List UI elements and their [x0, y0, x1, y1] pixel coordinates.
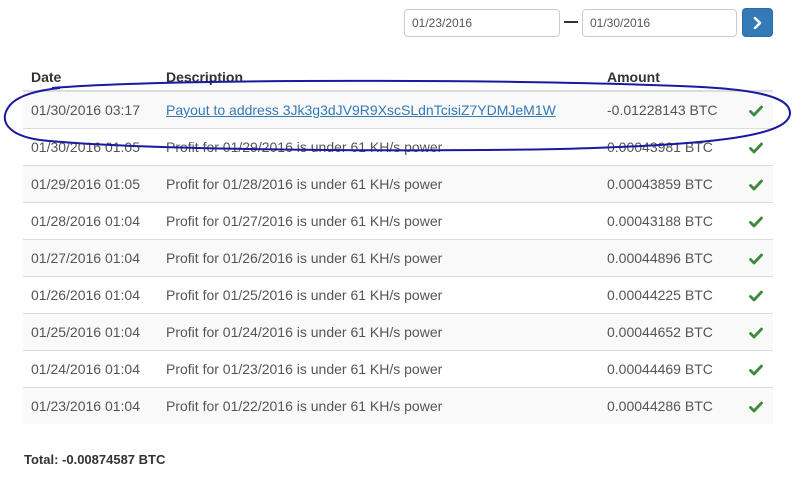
row-amount: 0.00044652 BTC [599, 313, 738, 351]
header-description: Description [158, 63, 599, 92]
checkmark-icon [748, 327, 763, 339]
row-date: 01/30/2016 01:05 [23, 128, 158, 166]
row-amount: 0.00043188 BTC [599, 202, 738, 240]
header-status [738, 63, 773, 92]
row-amount: 0.00044225 BTC [599, 276, 738, 314]
chevron-right-icon [753, 16, 761, 29]
row-date: 01/23/2016 01:04 [23, 387, 158, 424]
row-status [738, 276, 773, 314]
row-description: Profit for 01/29/2016 is under 61 KH/s p… [158, 128, 599, 166]
row-description: Profit for 01/22/2016 is under 61 KH/s p… [158, 387, 599, 424]
table-row: 01/29/2016 01:05 Profit for 01/28/2016 is… [23, 165, 773, 203]
row-amount: -0.01228143 BTC [599, 90, 738, 129]
checkmark-icon [748, 179, 763, 191]
row-status [738, 90, 773, 129]
table-row: 01/28/2016 01:04 Profit for 01/27/2016 is… [23, 202, 773, 240]
row-status [738, 165, 773, 203]
checkmark-icon [748, 142, 763, 154]
table-row: 01/24/2016 01:04 Profit for 01/23/2016 is… [23, 350, 773, 388]
checkmark-icon [748, 290, 763, 302]
checkmark-icon [748, 216, 763, 228]
row-status [738, 128, 773, 166]
table-row: 01/27/2016 01:04 Profit for 01/26/2016 is… [23, 239, 773, 277]
row-date: 01/30/2016 03:17 [23, 90, 158, 129]
row-date: 01/25/2016 01:04 [23, 313, 158, 351]
row-description: Profit for 01/24/2016 is under 61 KH/s p… [158, 313, 599, 351]
table-row: 01/25/2016 01:04 Profit for 01/24/2016 is… [23, 313, 773, 351]
table-row: 01/30/2016 03:17 Payout to address 3Jk3g3… [23, 90, 773, 129]
row-description: Profit for 01/28/2016 is under 61 KH/s p… [158, 165, 599, 203]
row-amount: 0.00044896 BTC [599, 239, 738, 277]
row-status [738, 350, 773, 388]
row-amount: 0.00043859 BTC [599, 165, 738, 203]
header-amount: Amount [599, 63, 738, 92]
apply-date-filter-button[interactable] [742, 8, 773, 37]
row-date: 01/24/2016 01:04 [23, 350, 158, 388]
transactions-body: 01/30/2016 03:17 Payout to address 3Jk3g3… [23, 90, 773, 424]
row-status [738, 202, 773, 240]
date-to-input[interactable] [582, 9, 737, 37]
table-header-row: Date Description Amount [23, 63, 773, 92]
table-row: 01/23/2016 01:04 Profit for 01/22/2016 is… [23, 387, 773, 424]
date-range-separator [564, 21, 578, 23]
transactions-table: Date Description Amount 01/30/2016 03:17… [23, 63, 773, 424]
checkmark-icon [748, 401, 763, 413]
row-description: Profit for 01/26/2016 is under 61 KH/s p… [158, 239, 599, 277]
row-amount: 0.00044469 BTC [599, 350, 738, 388]
checkmark-icon [748, 105, 763, 117]
row-status [738, 387, 773, 424]
row-status [738, 313, 773, 351]
row-description: Profit for 01/27/2016 is under 61 KH/s p… [158, 202, 599, 240]
row-date: 01/26/2016 01:04 [23, 276, 158, 314]
row-amount: 0.00044286 BTC [599, 387, 738, 424]
payout-address-link[interactable]: Payout to address 3Jk3g3dJV9R9XscSLdnTci… [166, 102, 556, 118]
row-description: Payout to address 3Jk3g3dJV9R9XscSLdnTci… [158, 90, 599, 129]
table-row: 01/30/2016 01:05 Profit for 01/29/2016 is… [23, 128, 773, 166]
row-date: 01/29/2016 01:05 [23, 165, 158, 203]
row-amount: 0.00043981 BTC [599, 128, 738, 166]
table-row: 01/26/2016 01:04 Profit for 01/25/2016 is… [23, 276, 773, 314]
header-date: Date [23, 63, 158, 92]
checkmark-icon [748, 364, 763, 376]
checkmark-icon [748, 253, 763, 265]
row-date: 01/28/2016 01:04 [23, 202, 158, 240]
row-description: Profit for 01/25/2016 is under 61 KH/s p… [158, 276, 599, 314]
row-status [738, 239, 773, 277]
row-description: Profit for 01/23/2016 is under 61 KH/s p… [158, 350, 599, 388]
total-amount: Total: -0.00874587 BTC [24, 452, 166, 467]
date-from-input[interactable] [404, 9, 560, 37]
row-date: 01/27/2016 01:04 [23, 239, 158, 277]
